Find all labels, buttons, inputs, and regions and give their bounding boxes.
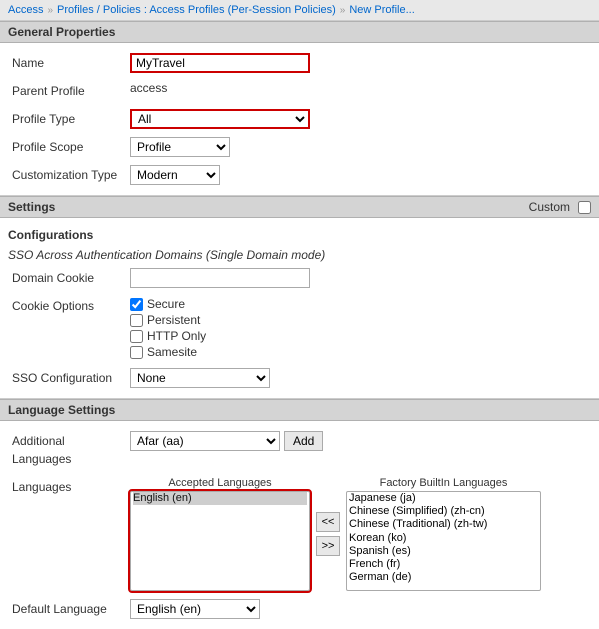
samesite-checkbox[interactable]	[130, 346, 143, 359]
breadcrumb-profiles[interactable]: Profiles / Policies : Access Profiles (P…	[57, 4, 336, 16]
profile-scope-label: Profile Scope	[0, 136, 130, 158]
samesite-label: Samesite	[147, 345, 197, 359]
cookie-options-value: Secure Persistent HTTP Only Samesite	[130, 295, 599, 361]
default-language-label: Default Language	[0, 598, 130, 620]
move-right-button[interactable]: >>	[316, 536, 340, 556]
default-language-row: Default Language English (en)	[0, 595, 599, 623]
breadcrumb: Access » Profiles / Policies : Access Pr…	[0, 0, 599, 21]
persistent-checkbox[interactable]	[130, 314, 143, 327]
custom-label: Custom	[529, 200, 570, 214]
cookie-options-row: Cookie Options Secure Persistent HTTP On…	[0, 292, 599, 364]
custom-checkbox[interactable]	[578, 201, 591, 214]
language-settings-section: Additional Languages Afar (aa) Abkhazian…	[0, 421, 599, 629]
factory-languages-list[interactable]: Japanese (ja) Chinese (Simplified) (zh-c…	[346, 491, 541, 591]
http-only-label: HTTP Only	[147, 329, 206, 343]
parent-profile-text: access	[130, 81, 167, 95]
domain-cookie-input[interactable]	[130, 268, 310, 288]
domain-cookie-value	[130, 267, 599, 289]
domain-cookie-row: Domain Cookie	[0, 264, 599, 292]
additional-languages-value: Afar (aa) Abkhazian (ab) Afrikaans (af) …	[130, 430, 599, 452]
configurations-header: Configurations	[0, 224, 599, 246]
sso-header: SSO Across Authentication Domains (Singl…	[0, 246, 599, 264]
http-only-row: HTTP Only	[130, 328, 599, 344]
sso-config-value: None	[130, 367, 599, 389]
additional-languages-select[interactable]: Afar (aa) Abkhazian (ab) Afrikaans (af)	[130, 431, 280, 451]
customization-type-row: Customization Type Modern Standard	[0, 161, 599, 189]
sso-config-label: SSO Configuration	[0, 367, 130, 389]
breadcrumb-sep-1: »	[47, 5, 53, 16]
secure-row: Secure	[130, 296, 599, 312]
accepted-languages-container: Accepted Languages English (en)	[130, 477, 310, 591]
cookie-options-label: Cookie Options	[0, 295, 130, 317]
profile-scope-value: Profile Global	[130, 136, 599, 158]
general-properties-section: Name Parent Profile access Profile Type …	[0, 43, 599, 195]
settings-header: Settings	[8, 200, 55, 214]
parent-profile-label: Parent Profile	[0, 80, 130, 102]
language-arrows: << >>	[316, 512, 340, 556]
default-language-value: English (en)	[130, 598, 599, 620]
profile-scope-select[interactable]: Profile Global	[130, 137, 230, 157]
general-properties-header: General Properties	[0, 21, 599, 43]
name-label: Name	[0, 52, 130, 74]
samesite-row: Samesite	[130, 344, 599, 360]
secure-label: Secure	[147, 297, 185, 311]
factory-languages-container: Factory BuiltIn Languages Japanese (ja) …	[346, 477, 541, 591]
accepted-languages-list[interactable]: English (en)	[130, 491, 310, 591]
profile-type-label: Profile Type	[0, 108, 130, 130]
profile-type-select[interactable]: All LTM SSL-VPN	[130, 109, 310, 129]
accepted-languages-label: Accepted Languages	[130, 477, 310, 489]
name-value	[130, 52, 599, 74]
profile-scope-row: Profile Scope Profile Global	[0, 133, 599, 161]
domain-cookie-label: Domain Cookie	[0, 267, 130, 289]
breadcrumb-new-profile: New Profile...	[349, 4, 414, 16]
add-language-button[interactable]: Add	[284, 431, 323, 451]
customization-type-label: Customization Type	[0, 164, 130, 186]
secure-checkbox[interactable]	[130, 298, 143, 311]
name-row: Name	[0, 49, 599, 77]
default-language-select[interactable]: English (en)	[130, 599, 260, 619]
breadcrumb-sep-2: »	[340, 5, 346, 16]
move-left-button[interactable]: <<	[316, 512, 340, 532]
sso-config-row: SSO Configuration None	[0, 364, 599, 392]
factory-languages-label: Factory BuiltIn Languages	[346, 477, 541, 489]
languages-label: Languages	[0, 476, 130, 498]
persistent-row: Persistent	[130, 312, 599, 328]
profile-type-value: All LTM SSL-VPN	[130, 108, 599, 130]
profile-type-row: Profile Type All LTM SSL-VPN	[0, 105, 599, 133]
languages-row: Languages Accepted Languages English (en…	[0, 473, 599, 595]
name-input[interactable]	[130, 53, 310, 73]
breadcrumb-access[interactable]: Access	[8, 4, 43, 16]
configurations-section: Configurations SSO Across Authentication…	[0, 218, 599, 398]
additional-languages-label: Additional Languages	[0, 430, 130, 470]
additional-languages-row: Additional Languages Afar (aa) Abkhazian…	[0, 427, 599, 473]
persistent-label: Persistent	[147, 313, 200, 327]
customization-type-select[interactable]: Modern Standard	[130, 165, 220, 185]
language-settings-header: Language Settings	[0, 399, 599, 421]
parent-profile-value: access	[130, 80, 599, 96]
parent-profile-row: Parent Profile access	[0, 77, 599, 105]
languages-value: Accepted Languages English (en) << >> Fa…	[130, 476, 599, 592]
customization-type-value: Modern Standard	[130, 164, 599, 186]
http-only-checkbox[interactable]	[130, 330, 143, 343]
sso-config-select[interactable]: None	[130, 368, 270, 388]
